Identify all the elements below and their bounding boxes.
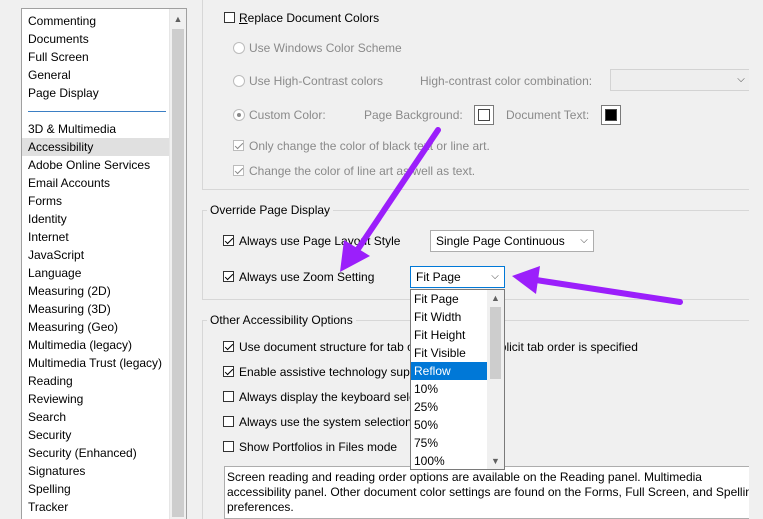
chevron-down-icon: ⌵ bbox=[737, 74, 745, 85]
high-contrast-combo-select[interactable]: ⌵ bbox=[610, 69, 751, 91]
info-text-box: Screen reading and reading order options… bbox=[224, 466, 763, 519]
assistive-tech-checkbox[interactable] bbox=[223, 366, 234, 377]
category-item-documents[interactable]: Documents bbox=[22, 30, 170, 48]
high-contrast-combo-label: High-contrast color combination: bbox=[420, 74, 593, 88]
right-edge-scroll-area bbox=[749, 0, 763, 519]
custom-color-radio[interactable] bbox=[233, 109, 245, 121]
category-item-forms[interactable]: Forms bbox=[22, 192, 170, 210]
zoom-option-100[interactable]: 100% bbox=[411, 452, 488, 469]
category-item-measuring-geo[interactable]: Measuring (Geo) bbox=[22, 318, 170, 336]
category-item-spelling[interactable]: Spelling bbox=[22, 480, 170, 498]
category-item-javascript[interactable]: JavaScript bbox=[22, 246, 170, 264]
category-item-identity[interactable]: Identity bbox=[22, 210, 170, 228]
zoom-option-fit-height[interactable]: Fit Height bbox=[411, 326, 488, 344]
change-line-art-checkbox[interactable] bbox=[233, 165, 244, 176]
category-item-accessibility[interactable]: Accessibility bbox=[22, 138, 170, 156]
category-list-scrollbar[interactable]: ▲ bbox=[169, 9, 186, 519]
page-layout-label: Always use Page Layout Style bbox=[239, 234, 401, 248]
doc-structure-checkbox[interactable] bbox=[223, 341, 234, 352]
category-list[interactable]: Commenting Documents Full Screen General… bbox=[21, 8, 187, 519]
zoom-setting-select[interactable]: Fit Page ⌵ bbox=[410, 266, 505, 288]
high-contrast-label: Use High-Contrast colors bbox=[249, 74, 384, 88]
scroll-up-icon[interactable]: ▲ bbox=[170, 11, 186, 27]
category-item-full-screen[interactable]: Full Screen bbox=[22, 48, 170, 66]
portfolios-label: Show Portfolios in Files mode bbox=[239, 440, 398, 454]
category-item-general[interactable]: General bbox=[22, 66, 170, 84]
chevron-down-icon: ⌵ bbox=[580, 235, 588, 246]
document-text-label: Document Text: bbox=[506, 108, 590, 122]
zoom-option-fit-width[interactable]: Fit Width bbox=[411, 308, 488, 326]
zoom-option-fit-visible[interactable]: Fit Visible bbox=[411, 344, 488, 362]
category-item-tracker[interactable]: Tracker bbox=[22, 498, 170, 516]
zoom-option-75[interactable]: 75% bbox=[411, 434, 488, 452]
category-item-multimedia-trust-legacy[interactable]: Multimedia Trust (legacy) bbox=[22, 354, 170, 372]
assistive-tech-label: Enable assistive technology support bbox=[239, 365, 431, 379]
only-black-text-label: Only change the color of black text or l… bbox=[249, 139, 490, 153]
scroll-up-icon[interactable]: ▲ bbox=[487, 290, 504, 306]
category-item-language[interactable]: Language bbox=[22, 264, 170, 282]
category-item-commenting[interactable]: Commenting bbox=[22, 12, 170, 30]
replace-document-colors-checkbox[interactable] bbox=[224, 12, 235, 23]
windows-scheme-radio[interactable] bbox=[233, 42, 245, 54]
replace-label-text: eplace Document Colors bbox=[247, 11, 380, 25]
only-black-text-checkbox[interactable] bbox=[233, 140, 244, 151]
zoom-setting-checkbox[interactable] bbox=[223, 271, 234, 282]
scrollbar-thumb[interactable] bbox=[490, 307, 501, 379]
zoom-option-fit-page[interactable]: Fit Page bbox=[411, 290, 488, 308]
zoom-dropdown-scrollbar[interactable]: ▲ ▼ bbox=[487, 290, 504, 469]
page-layout-select[interactable]: Single Page Continuous ⌵ bbox=[430, 230, 594, 252]
scroll-down-icon[interactable]: ▼ bbox=[487, 453, 504, 469]
chevron-down-icon: ⌵ bbox=[491, 271, 499, 282]
white-color-swatch bbox=[478, 109, 490, 121]
black-color-swatch bbox=[605, 109, 617, 121]
change-line-art-label: Change the color of line art as well as … bbox=[249, 164, 476, 178]
category-item-internet[interactable]: Internet bbox=[22, 228, 170, 246]
zoom-option-50[interactable]: 50% bbox=[411, 416, 488, 434]
category-item-measuring-3d[interactable]: Measuring (3D) bbox=[22, 300, 170, 318]
zoom-setting-value: Fit Page bbox=[416, 270, 461, 284]
category-item-multimedia-legacy[interactable]: Multimedia (legacy) bbox=[22, 336, 170, 354]
zoom-options-dropdown[interactable]: Fit Page Fit Width Fit Height Fit Visibl… bbox=[410, 289, 505, 470]
category-item-security-enhanced[interactable]: Security (Enhanced) bbox=[22, 444, 170, 462]
windows-scheme-label: Use Windows Color Scheme bbox=[249, 41, 402, 55]
override-page-display-title: Override Page Display bbox=[207, 203, 334, 217]
document-text-swatch[interactable] bbox=[601, 105, 621, 125]
high-contrast-radio[interactable] bbox=[233, 75, 245, 87]
zoom-option-reflow[interactable]: Reflow bbox=[411, 362, 488, 380]
category-item-page-display[interactable]: Page Display bbox=[22, 84, 170, 102]
category-item-security[interactable]: Security bbox=[22, 426, 170, 444]
category-item-adobe-online-services[interactable]: Adobe Online Services bbox=[22, 156, 170, 174]
category-item-search[interactable]: Search bbox=[22, 408, 170, 426]
replace-document-colors-label: Replace Document Colors bbox=[239, 11, 380, 25]
category-item-measuring-2d[interactable]: Measuring (2D) bbox=[22, 282, 170, 300]
keyboard-selection-checkbox[interactable] bbox=[223, 391, 234, 402]
custom-color-label: Custom Color: bbox=[249, 108, 326, 122]
document-colors-group bbox=[202, 0, 763, 190]
category-item-reviewing[interactable]: Reviewing bbox=[22, 390, 170, 408]
scrollbar-thumb[interactable] bbox=[172, 29, 184, 517]
page-background-swatch[interactable] bbox=[474, 105, 494, 125]
page-background-label: Page Background: bbox=[364, 108, 463, 122]
other-accessibility-title: Other Accessibility Options bbox=[207, 313, 356, 327]
category-item-reading[interactable]: Reading bbox=[22, 372, 170, 390]
category-separator bbox=[28, 111, 166, 112]
zoom-setting-label: Always use Zoom Setting bbox=[239, 270, 375, 284]
category-item-3d-multimedia[interactable]: 3D & Multimedia bbox=[22, 120, 170, 138]
category-item-signatures[interactable]: Signatures bbox=[22, 462, 170, 480]
page-layout-value: Single Page Continuous bbox=[436, 234, 565, 248]
zoom-option-10[interactable]: 10% bbox=[411, 380, 488, 398]
portfolios-checkbox[interactable] bbox=[223, 441, 234, 452]
page-layout-checkbox[interactable] bbox=[223, 235, 234, 246]
category-item-email-accounts[interactable]: Email Accounts bbox=[22, 174, 170, 192]
system-selection-checkbox[interactable] bbox=[223, 416, 234, 427]
zoom-option-25[interactable]: 25% bbox=[411, 398, 488, 416]
